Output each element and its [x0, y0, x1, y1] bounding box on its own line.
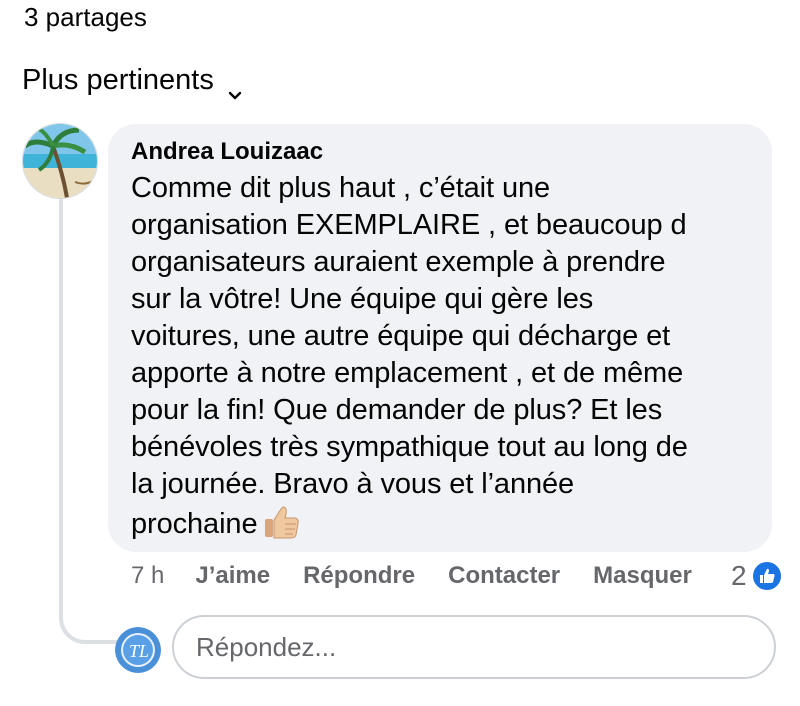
sort-label: Plus pertinents: [22, 64, 214, 96]
chevron-down-icon: [228, 76, 242, 99]
reaction-summary[interactable]: 2: [731, 560, 783, 592]
like-icon: [750, 560, 783, 592]
sort-dropdown[interactable]: Plus pertinents: [22, 64, 242, 99]
svg-text:TL: TL: [129, 641, 149, 661]
comment-line: organisation EXEMPLAIRE , et beaucoup d: [131, 209, 687, 241]
comment-line: organisateurs auraient exemple à prendre: [131, 246, 666, 278]
current-user-avatar: TL: [115, 627, 161, 673]
reply-input[interactable]: [194, 630, 754, 664]
shares-count[interactable]: 3 partages: [24, 2, 147, 33]
reaction-count: 2: [731, 560, 747, 591]
comment-line: Comme dit plus haut , c’était une: [131, 172, 551, 204]
contact-button[interactable]: Contacter: [448, 562, 560, 590]
comment-author[interactable]: Andrea Louizaac: [131, 138, 323, 166]
comment-line: voitures, une autre équipe qui décharge …: [131, 320, 671, 352]
reply-field[interactable]: [172, 615, 776, 679]
comment-line: bénévoles très sympathique tout au long …: [131, 431, 688, 463]
comment-line: prochaine: [131, 508, 258, 540]
comment-line: apporte à notre emplacement , et de même: [131, 357, 684, 389]
comment-text: Comme dit plus haut , c’était une organi…: [131, 170, 750, 543]
comment-line: pour la fin! Que demander de plus? Et le…: [131, 394, 663, 426]
comment-actions: 7 h J’aime Répondre Contacter Masquer: [131, 562, 692, 590]
reply-button[interactable]: Répondre: [303, 562, 415, 590]
comment-line: sur la vôtre! Une équipe qui gère les: [131, 283, 594, 315]
hide-button[interactable]: Masquer: [593, 562, 692, 590]
like-button[interactable]: J’aime: [195, 562, 270, 590]
comment-line-last: prochaine: [131, 503, 750, 543]
author-avatar[interactable]: [22, 123, 98, 199]
comment-bubble: Andrea Louizaac Comme dit plus haut , c’…: [108, 124, 772, 552]
comment-timestamp[interactable]: 7 h: [131, 562, 164, 590]
thumbs-up-emoji-icon: [263, 503, 301, 541]
comment-line: la journée. Bravo à vous et l’année: [131, 468, 575, 500]
